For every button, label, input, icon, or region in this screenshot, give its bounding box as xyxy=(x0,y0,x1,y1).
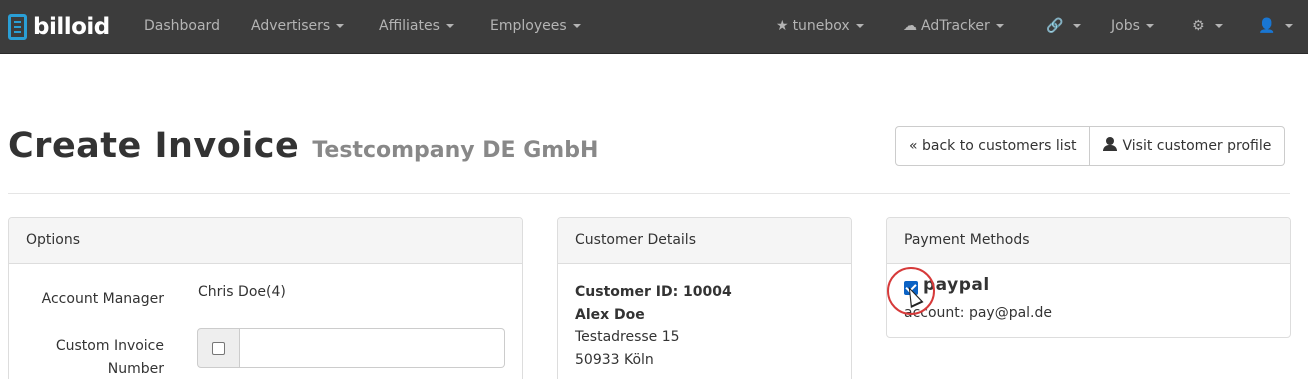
brand-logo[interactable]: billoid xyxy=(8,10,110,44)
caret-down-icon xyxy=(336,24,345,28)
customer-city: 50933 Köln xyxy=(575,352,654,368)
header-button-group: « back to customers list Visit customer … xyxy=(895,126,1286,166)
brand-name: billoid xyxy=(33,14,110,40)
nav-jobs[interactable]: Jobs xyxy=(1111,0,1154,54)
caret-down-icon xyxy=(1145,24,1154,28)
user-icon xyxy=(1103,137,1118,151)
payment-methods-heading: Payment Methods xyxy=(887,218,1290,264)
custom-invoice-label: Custom Invoice Number xyxy=(9,335,164,379)
top-navbar: billoid Dashboard Advertisers Affiliates… xyxy=(0,0,1308,54)
custom-invoice-number-input[interactable] xyxy=(240,328,505,368)
nav-tunebox-label: tunebox xyxy=(792,18,850,34)
nav-affiliates[interactable]: Affiliates xyxy=(379,0,454,54)
caret-down-icon xyxy=(445,24,454,28)
nav-affiliates-label: Affiliates xyxy=(379,18,440,34)
custom-invoice-label-line1: Custom Invoice xyxy=(55,338,164,354)
visit-profile-label: Visit customer profile xyxy=(1122,138,1272,154)
customer-details-heading: Customer Details xyxy=(558,218,851,264)
options-panel: Options Account Manager Chris Doe(4) Cus… xyxy=(8,217,523,379)
caret-down-icon xyxy=(1214,24,1223,28)
header-divider xyxy=(8,193,1290,194)
nav-dashboard-label: Dashboard xyxy=(144,18,220,34)
custom-invoice-label-line2: Number xyxy=(107,361,164,377)
options-panel-heading: Options xyxy=(9,218,522,264)
customer-name: Alex Doe xyxy=(575,307,645,323)
back-to-customers-button[interactable]: « back to customers list xyxy=(895,126,1091,166)
nav-employees[interactable]: Employees xyxy=(490,0,581,54)
nav-tunebox[interactable]: ★ tunebox xyxy=(776,0,864,54)
custom-invoice-input-group xyxy=(197,328,505,368)
nav-settings[interactable]: ⚙ xyxy=(1192,0,1223,54)
nav-user[interactable]: 👤 xyxy=(1258,0,1294,54)
caret-down-icon xyxy=(1073,24,1082,28)
link-icon: 🔗 xyxy=(1046,18,1064,34)
user-icon: 👤 xyxy=(1258,18,1276,34)
caret-down-icon xyxy=(572,24,581,28)
invoice-icon xyxy=(8,14,27,40)
customer-street: Testadresse 15 xyxy=(575,329,680,345)
nav-adtracker[interactable]: ☁ AdTracker xyxy=(903,0,1004,54)
caret-down-icon xyxy=(855,24,864,28)
custom-invoice-checkbox[interactable] xyxy=(212,341,225,355)
page-title: Create Invoice Testcompany DE GmbH xyxy=(8,126,598,166)
page-title-main: Create Invoice xyxy=(8,126,300,166)
nav-links[interactable]: 🔗 xyxy=(1046,0,1082,54)
payment-methods-panel: Payment Methods paypal account: pay@pal.… xyxy=(886,217,1291,338)
nav-advertisers-label: Advertisers xyxy=(251,18,331,34)
customer-id: Customer ID: 10004 xyxy=(575,284,732,300)
customer-details-panel: Customer Details Customer ID: 10004 Alex… xyxy=(557,217,852,379)
caret-down-icon xyxy=(995,24,1004,28)
nav-advertisers[interactable]: Advertisers xyxy=(251,0,345,54)
page-title-company: Testcompany DE GmbH xyxy=(312,138,599,163)
account-manager-value: Chris Doe(4) xyxy=(198,284,286,300)
nav-jobs-label: Jobs xyxy=(1111,18,1140,34)
nav-employees-label: Employees xyxy=(490,18,567,34)
caret-down-icon xyxy=(1285,24,1294,28)
visit-customer-profile-button[interactable]: Visit customer profile xyxy=(1090,126,1286,166)
star-icon: ★ xyxy=(776,18,789,34)
nav-adtracker-label: AdTracker xyxy=(921,18,990,34)
custom-invoice-addon xyxy=(197,328,240,368)
nav-dashboard[interactable]: Dashboard xyxy=(144,0,220,54)
gear-icon: ⚙ xyxy=(1192,18,1205,34)
cloud-icon: ☁ xyxy=(903,18,917,34)
account-manager-label: Account Manager xyxy=(41,291,164,307)
